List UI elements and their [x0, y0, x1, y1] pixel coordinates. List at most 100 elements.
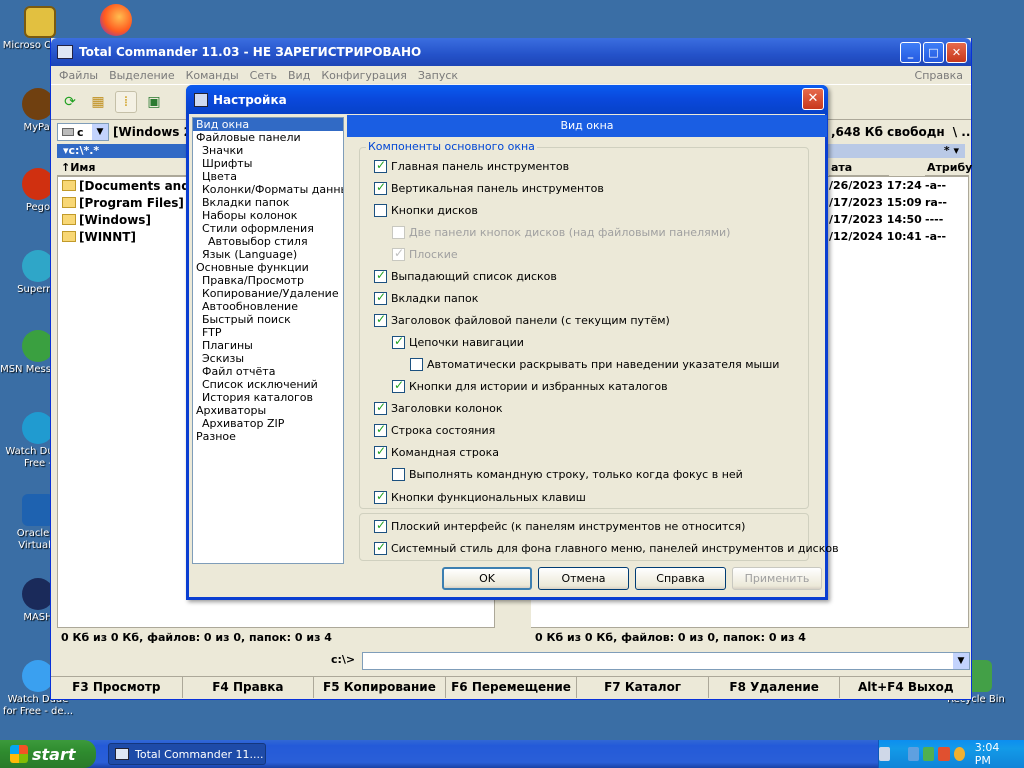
option-checkbox[interactable]: Автоматически раскрывать при наведении у…	[410, 357, 779, 373]
menu-help[interactable]: Справка	[915, 69, 963, 82]
menu-view[interactable]: Вид	[288, 69, 310, 82]
option-checkbox[interactable]: Главная панель инструментов	[374, 158, 569, 174]
checkbox-icon[interactable]	[374, 400, 387, 416]
tree-item[interactable]: Копирование/Удаление	[193, 287, 343, 300]
chevron-down-icon[interactable]: ▼	[953, 653, 969, 669]
checkbox-icon[interactable]	[374, 290, 387, 305]
altf4-exit-button[interactable]: Alt+F4 Выход	[840, 677, 971, 698]
checkbox-icon[interactable]	[374, 518, 387, 533]
tree-item[interactable]: Архиваторы	[193, 404, 343, 417]
menu-files[interactable]: Файлы	[59, 69, 98, 82]
option-checkbox[interactable]: Плоский интерфейс (к панелям инструменто…	[374, 518, 745, 534]
tree-item[interactable]: Список исключений	[193, 378, 343, 391]
f7-mkdir-button[interactable]: F7 Каталог	[577, 677, 709, 698]
menu-net[interactable]: Сеть	[250, 69, 277, 82]
tree-item[interactable]: FTP	[193, 326, 343, 339]
option-checkbox[interactable]: Две панели кнопок дисков (над файловыми …	[392, 224, 730, 240]
apply-button[interactable]: Применить	[732, 567, 822, 590]
option-checkbox[interactable]: Командная строка	[374, 444, 499, 461]
tree-item[interactable]: Эскизы	[193, 352, 343, 365]
menu-select[interactable]: Выделение	[109, 69, 175, 82]
help-button[interactable]: Справка	[635, 567, 726, 590]
network-icon[interactable]	[908, 747, 920, 761]
right-column-header-attr[interactable]: Атрибу	[925, 160, 972, 176]
menu-start[interactable]: Запуск	[418, 69, 458, 82]
left-drive-combo[interactable]: c ▼	[57, 123, 109, 141]
ok-button[interactable]: OK	[442, 567, 532, 590]
minimize-button[interactable]: _	[900, 42, 921, 63]
menu-configuration[interactable]: Конфигурация	[321, 69, 407, 82]
f8-delete-button[interactable]: F8 Удаление	[709, 677, 841, 698]
right-root-up-buttons[interactable]: \ ..	[953, 125, 971, 139]
checkbox-icon[interactable]	[392, 468, 405, 482]
maximize-button[interactable]: □	[923, 42, 944, 63]
checkbox-icon[interactable]	[374, 180, 387, 195]
option-checkbox[interactable]: Системный стиль для фона главного меню, …	[374, 540, 839, 556]
option-checkbox[interactable]: Плоские	[392, 246, 458, 262]
tree-item[interactable]: Файл отчёта	[193, 365, 343, 378]
checkbox-icon[interactable]	[374, 203, 387, 217]
tree-item[interactable]: Наборы колонок	[193, 209, 343, 222]
checkbox-icon[interactable]	[374, 268, 387, 283]
right-column-header-date[interactable]: ата	[829, 160, 889, 176]
tree-item[interactable]: Цвета	[193, 170, 343, 183]
keyboard-icon[interactable]	[879, 747, 891, 761]
option-checkbox[interactable]: Вкладки папок	[374, 290, 478, 306]
checkbox-icon[interactable]	[374, 540, 387, 555]
tree-item[interactable]: История каталогов	[193, 391, 343, 404]
dialog-close-button[interactable]: ✕	[802, 88, 824, 110]
menu-commands[interactable]: Команды	[186, 69, 239, 82]
f4-edit-button[interactable]: F4 Правка	[183, 677, 315, 698]
brief-view-icon[interactable]: ▦	[87, 91, 109, 113]
start-button[interactable]: start	[0, 740, 96, 768]
option-checkbox[interactable]: Кнопки функциональных клавиш	[374, 489, 586, 505]
checkbox-icon[interactable]	[374, 489, 387, 504]
checkbox-icon[interactable]	[374, 158, 387, 173]
checkbox-icon[interactable]	[410, 358, 423, 372]
option-checkbox[interactable]: Кнопки дисков	[374, 202, 478, 218]
security-icon[interactable]	[938, 747, 950, 761]
close-button[interactable]: ✕	[946, 42, 967, 63]
full-view-icon[interactable]: ⁞	[115, 91, 137, 113]
tree-item[interactable]: Колонки/Форматы данных	[193, 183, 343, 196]
tree-item[interactable]: Язык (Language)	[193, 248, 343, 261]
tree-item[interactable]: Значки	[193, 144, 343, 157]
tree-item[interactable]: Вид окна	[193, 118, 343, 131]
option-checkbox[interactable]: Заголовки колонок	[374, 400, 503, 417]
f5-copy-button[interactable]: F5 Копирование	[314, 677, 446, 698]
option-checkbox[interactable]: Кнопки для истории и избранных каталогов	[392, 378, 668, 395]
option-checkbox[interactable]: Строка состояния	[374, 422, 495, 439]
settings-category-tree[interactable]: Вид окна Файловые панели Значки Шрифты Цвета…	[192, 117, 344, 564]
option-checkbox[interactable]: Вертикальная панель инструментов	[374, 180, 604, 196]
f6-move-button[interactable]: F6 Перемещение	[446, 677, 578, 698]
option-checkbox[interactable]: Цепочки навигации	[392, 334, 524, 351]
tree-item[interactable]: Быстрый поиск	[193, 313, 343, 326]
desktop-icon-firefox[interactable]	[78, 4, 154, 38]
tree-item[interactable]: Автообновление	[193, 300, 343, 313]
cancel-button[interactable]: Отмена	[538, 567, 629, 590]
refresh-icon[interactable]: ⟳	[59, 91, 81, 113]
tree-item[interactable]: Файловые панели	[193, 131, 343, 144]
tree-item[interactable]: Разное	[193, 430, 343, 443]
checkbox-icon[interactable]	[374, 312, 387, 327]
tree-item[interactable]: Стили оформления	[193, 222, 343, 235]
checkbox-icon[interactable]	[392, 225, 405, 239]
checkbox-icon[interactable]	[392, 334, 405, 350]
tree-item[interactable]: Вкладки папок	[193, 196, 343, 209]
tree-item[interactable]: Архиватор ZIP	[193, 417, 343, 430]
search-icon[interactable]	[953, 747, 965, 761]
checkbox-icon[interactable]	[392, 246, 405, 261]
tc-title-bar[interactable]: Total Commander 11.03 - НЕ ЗАРЕГИСТРИРОВ…	[51, 38, 971, 66]
tree-item[interactable]: Основные функции	[193, 261, 343, 274]
tree-item[interactable]: Шрифты	[193, 157, 343, 170]
safely-remove-icon[interactable]	[923, 747, 935, 761]
settings-dialog-title-bar[interactable]: Настройка ✕	[186, 85, 828, 114]
thumbnails-icon[interactable]: ▣	[143, 91, 165, 113]
command-line-input[interactable]: ▼	[362, 652, 970, 670]
checkbox-icon[interactable]	[374, 444, 387, 460]
clock[interactable]: 3:04 PM	[975, 741, 1010, 767]
tree-item[interactable]: Автовыбор стиля	[193, 235, 343, 248]
checkbox-icon[interactable]	[374, 422, 387, 438]
option-checkbox[interactable]: Заголовок файловой панели (с текущим пут…	[374, 312, 670, 328]
tree-item[interactable]: Плагины	[193, 339, 343, 352]
